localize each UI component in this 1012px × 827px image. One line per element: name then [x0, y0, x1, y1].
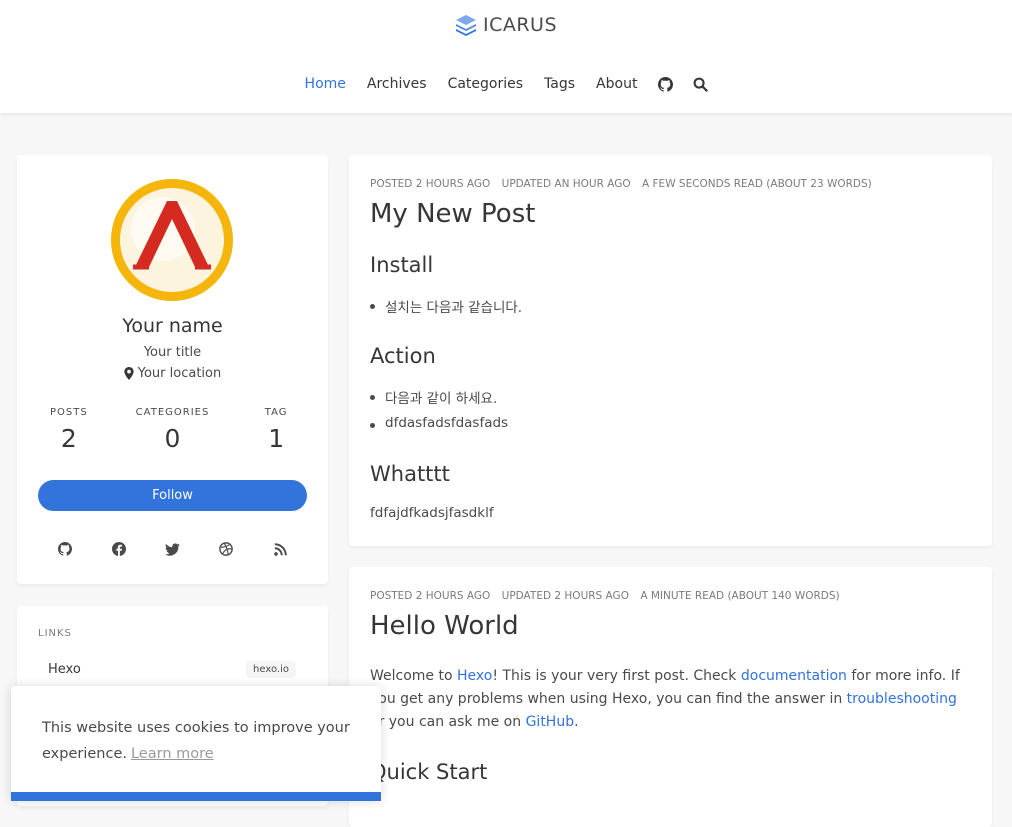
cookie-banner: This website uses cookies to improve you…: [11, 686, 381, 801]
post-title[interactable]: Hello World: [370, 611, 519, 641]
list-item: dfdasfadsfdasfads: [369, 415, 509, 431]
stat-value: 0: [164, 424, 181, 453]
brand-name: ICARUS: [482, 14, 558, 36]
profile-location: Your location: [17, 366, 328, 384]
navbar: ICARUS Home Archives Categories Tags Abo…: [0, 0, 1012, 113]
github-icon[interactable]: [55, 539, 75, 559]
text: ! This is your very first post. Check: [492, 668, 741, 684]
stat-categories[interactable]: CATEGORIES 0: [121, 407, 225, 453]
search-icon[interactable]: [683, 77, 718, 92]
stat-value: 2: [60, 424, 77, 453]
nav-archives[interactable]: Archives: [356, 76, 437, 92]
cookie-accept-button[interactable]: [11, 792, 381, 801]
map-marker-icon: [124, 367, 134, 380]
stat-tag[interactable]: TAG 1: [224, 407, 328, 453]
post-meta: POSTED 2 HOURS AGO UPDATED AN HOUR AGO A…: [370, 178, 880, 190]
github-link[interactable]: GitHub: [526, 714, 575, 730]
main-menu: Home Archives Categories Tags About: [0, 76, 1012, 92]
list-item: 다음과 같이 하세요.: [369, 387, 497, 407]
stat-posts[interactable]: POSTS 2: [17, 407, 121, 453]
brand-link[interactable]: ICARUS: [455, 14, 557, 36]
post-card: POSTED 2 HOURS AGO UPDATED 2 HOURS AGO A…: [349, 567, 992, 827]
post-card: POSTED 2 HOURS AGO UPDATED AN HOUR AGO A…: [349, 155, 992, 546]
profile-title: Your title: [143, 345, 202, 360]
post-date: POSTED 2 HOURS AGO: [370, 590, 491, 602]
post-read-time: A MINUTE READ (ABOUT 140 WORDS): [640, 590, 840, 602]
nav-about[interactable]: About: [586, 76, 648, 92]
post-meta: POSTED 2 HOURS AGO UPDATED 2 HOURS AGO A…: [370, 590, 848, 602]
documentation-link[interactable]: documentation: [741, 668, 847, 684]
section-heading: Install: [370, 253, 434, 277]
stat-value: 1: [268, 424, 285, 453]
post-date: POSTED 2 HOURS AGO: [370, 178, 491, 190]
nav-tags[interactable]: Tags: [534, 76, 586, 92]
profile-name: Your name: [122, 315, 223, 337]
stat-label: POSTS: [49, 407, 88, 418]
stat-label: CATEGORIES: [135, 407, 210, 418]
learn-more-link[interactable]: Learn more: [131, 746, 214, 762]
links-heading: LINKS: [38, 628, 72, 639]
nav-categories[interactable]: Categories: [437, 76, 533, 92]
section-heading: Quick Start: [370, 760, 488, 784]
stat-label: TAG: [264, 407, 288, 418]
twitter-icon[interactable]: [162, 539, 182, 559]
post-updated: UPDATED AN HOUR AGO: [501, 178, 631, 190]
link-name: Hexo: [48, 662, 81, 677]
profile-stats: POSTS 2 CATEGORIES 0 TAG 1: [17, 407, 328, 453]
list-item: 설치는 다음과 같습니다.: [369, 296, 522, 316]
follow-button[interactable]: Follow: [38, 480, 307, 511]
hexo-link[interactable]: Hexo: [457, 668, 492, 684]
profile-card: Your name Your title Your location POSTS…: [17, 155, 328, 584]
text: or you can ask me on: [370, 714, 526, 730]
text: Welcome to: [370, 668, 457, 684]
avatar: [111, 179, 233, 301]
icarus-logo-icon: [455, 15, 476, 36]
paragraph: Welcome to Hexo! This is your very first…: [370, 665, 975, 734]
post-title[interactable]: My New Post: [370, 199, 535, 229]
section-heading: Whatttt: [370, 462, 450, 486]
post-read-time: A FEW SECONDS READ (ABOUT 23 WORDS): [642, 178, 872, 190]
link-item-hexo[interactable]: Hexo hexo.io: [48, 661, 296, 678]
link-url-tag: hexo.io: [246, 661, 296, 678]
cookie-message: This website uses cookies to improve you…: [42, 715, 362, 767]
social-links: [38, 539, 307, 559]
section-heading: Action: [370, 344, 436, 368]
paragraph: fdfajdfkadsjfasdklf: [370, 505, 494, 521]
text: .: [574, 714, 579, 730]
rss-icon[interactable]: [270, 539, 290, 559]
post-updated: UPDATED 2 HOURS AGO: [501, 590, 629, 602]
github-icon[interactable]: [648, 76, 683, 92]
dribbble-icon[interactable]: [216, 539, 236, 559]
brand: ICARUS: [0, 14, 1012, 40]
facebook-icon[interactable]: [109, 539, 129, 559]
nav-home[interactable]: Home: [294, 76, 356, 92]
troubleshooting-link[interactable]: troubleshooting: [847, 691, 957, 707]
location-text: Your location: [137, 366, 222, 381]
